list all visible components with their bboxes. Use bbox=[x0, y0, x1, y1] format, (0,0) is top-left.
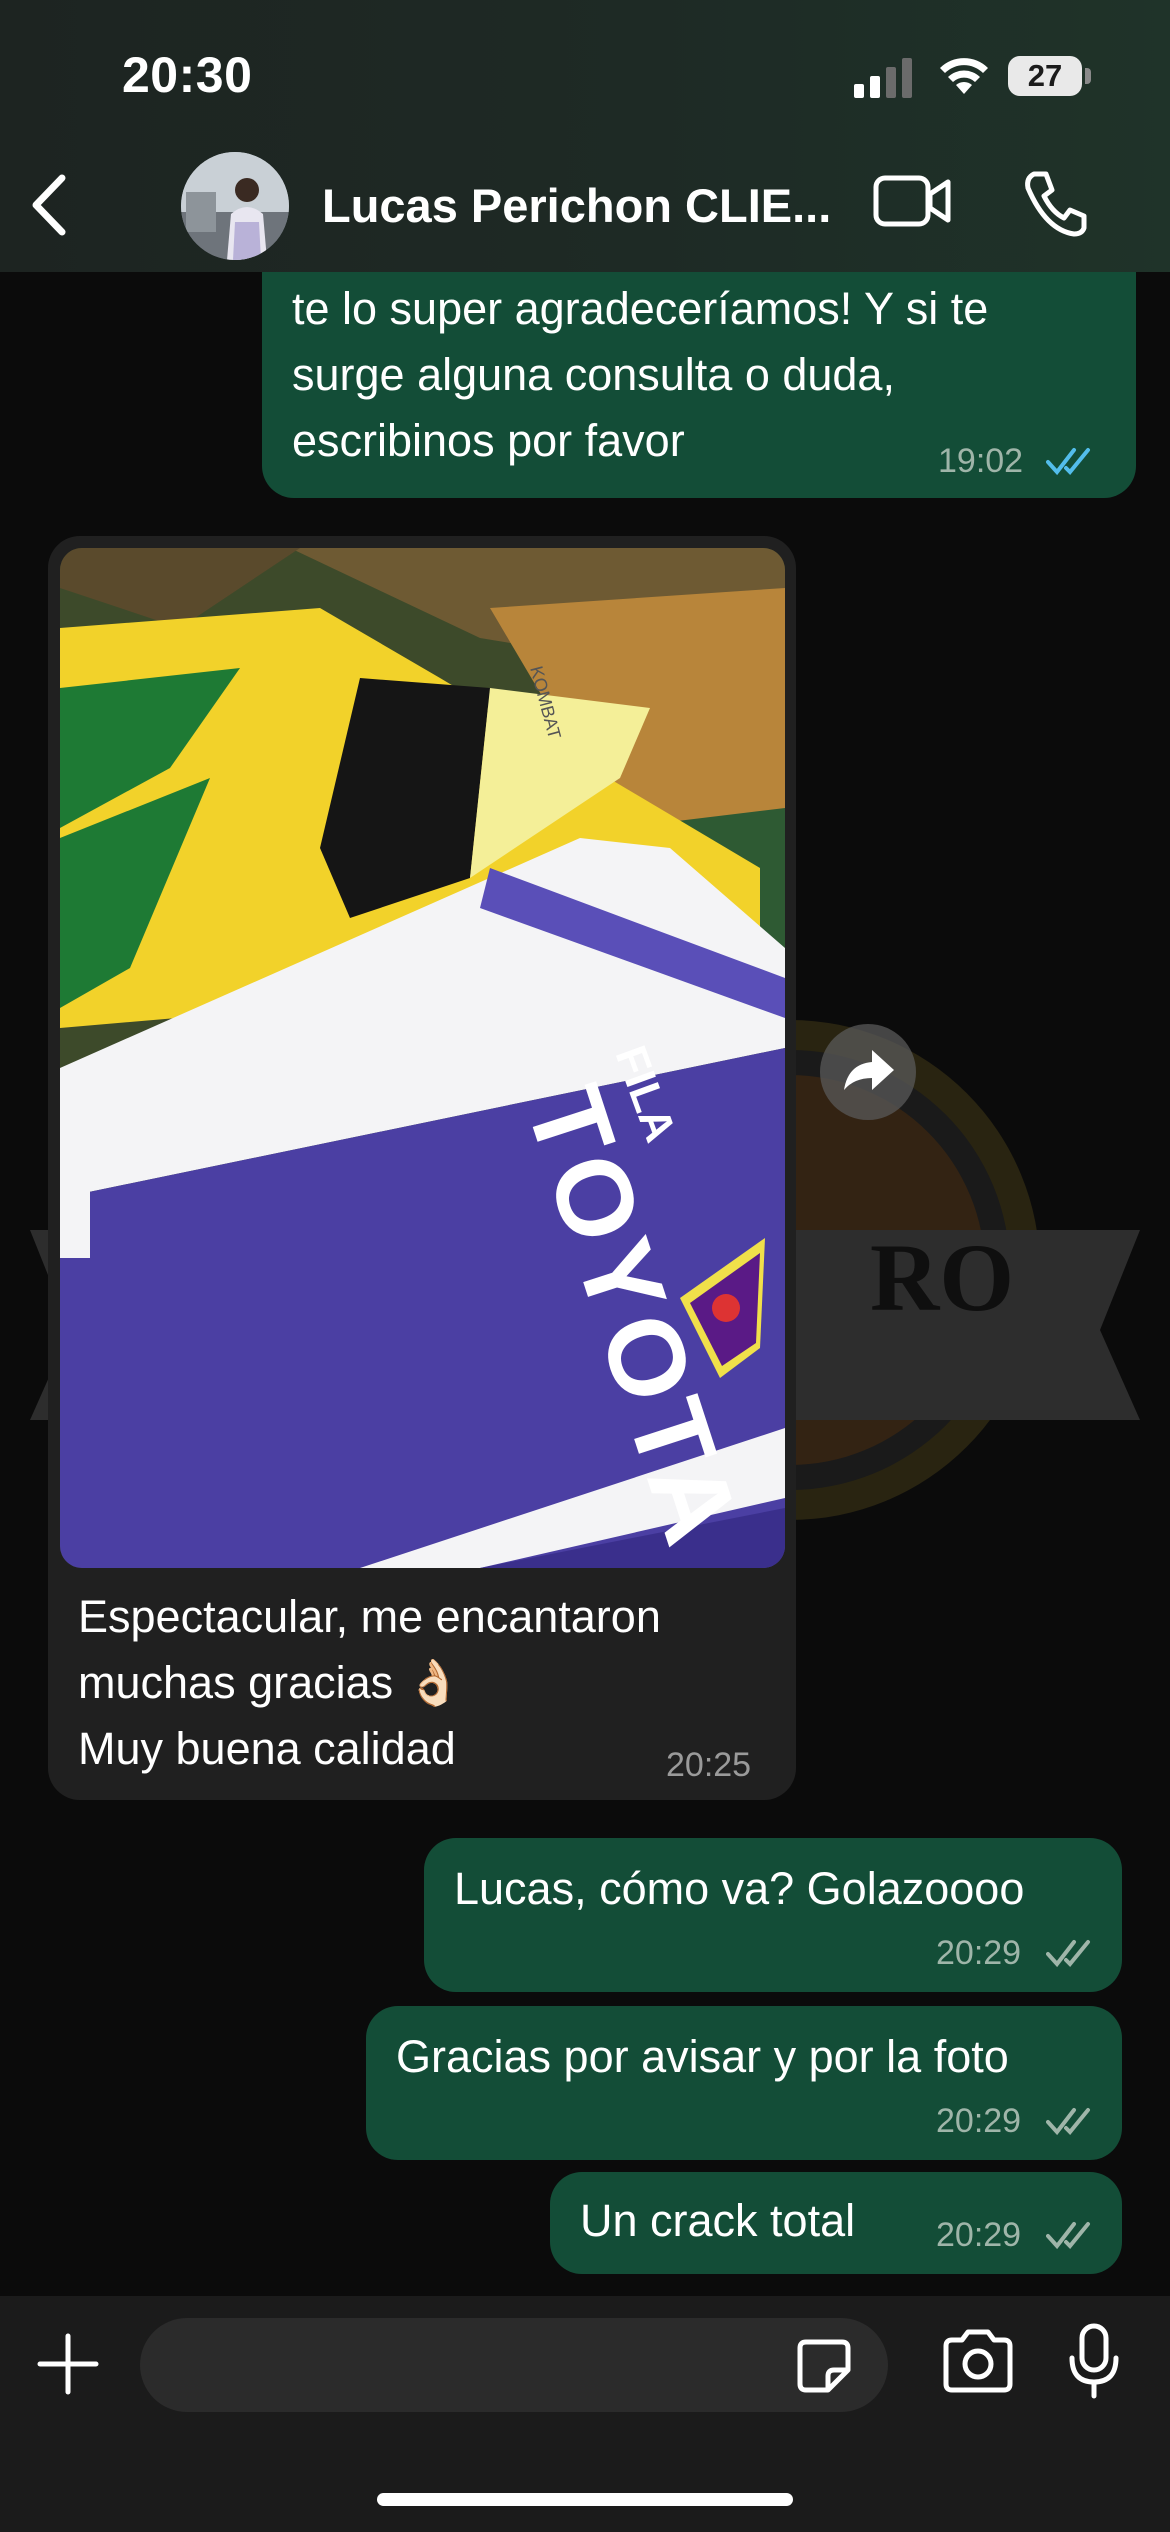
wifi-icon bbox=[940, 58, 988, 94]
message-time: 20:29 bbox=[936, 2102, 1022, 2140]
delivered-ticks-icon bbox=[1046, 2222, 1090, 2250]
signal-icon bbox=[854, 58, 912, 98]
message-bubble-outgoing[interactable]: Gracias por avisar y por la foto 20:29 bbox=[366, 2006, 1122, 2160]
wallpaper-text: RO bbox=[870, 1224, 1014, 1331]
camera-icon[interactable] bbox=[940, 2328, 1016, 2394]
mic-icon[interactable] bbox=[1068, 2322, 1120, 2400]
message-time: 20:25 bbox=[666, 1746, 752, 1784]
chat-header: 20:30 27 Lucas Perichon CLIE... bbox=[0, 0, 1170, 272]
message-text: te lo super agradeceríamos! Y si te surg… bbox=[292, 283, 989, 466]
home-indicator[interactable] bbox=[377, 2493, 793, 2506]
message-time: 20:29 bbox=[936, 1934, 1022, 1972]
phone-icon[interactable] bbox=[1020, 168, 1090, 238]
sticker-icon[interactable] bbox=[796, 2338, 852, 2394]
forward-icon bbox=[844, 1050, 894, 1090]
message-time: 19:02 bbox=[938, 442, 1024, 480]
read-ticks-icon bbox=[1046, 448, 1090, 476]
delivered-ticks-icon bbox=[1046, 2108, 1090, 2136]
status-bar-time: 20:30 bbox=[122, 47, 253, 103]
message-input[interactable] bbox=[140, 2318, 888, 2412]
back-arrow-icon[interactable] bbox=[20, 170, 80, 240]
message-text: Lucas, cómo va? Golazoooo bbox=[454, 1863, 1025, 1914]
delivered-ticks-icon bbox=[1046, 1940, 1090, 1968]
contact-avatar[interactable] bbox=[181, 152, 289, 260]
message-time: 20:29 bbox=[936, 2216, 1022, 2254]
contact-name[interactable]: Lucas Perichon CLIE... bbox=[322, 178, 831, 233]
forward-button[interactable] bbox=[820, 1024, 916, 1120]
message-text: Gracias por avisar y por la foto bbox=[396, 2031, 1009, 2082]
battery-indicator: 27 bbox=[1008, 56, 1082, 96]
battery-cap bbox=[1085, 68, 1091, 84]
video-call-icon[interactable] bbox=[872, 172, 952, 230]
plus-icon[interactable] bbox=[36, 2332, 100, 2396]
message-text: Un crack total bbox=[580, 2195, 856, 2246]
message-bubble-outgoing[interactable]: Lucas, cómo va? Golazoooo 20:29 bbox=[424, 1838, 1122, 1992]
message-text: Espectacular, me encantaron muchas graci… bbox=[78, 1591, 661, 1774]
message-photo[interactable]: KOMBAT FILA TOYOTA bbox=[60, 548, 785, 1568]
jerseys-photo: KOMBAT FILA TOYOTA bbox=[60, 548, 785, 1568]
message-bubble-outgoing[interactable]: Un crack total 20:29 bbox=[550, 2172, 1122, 2274]
avatar-photo bbox=[181, 152, 289, 260]
